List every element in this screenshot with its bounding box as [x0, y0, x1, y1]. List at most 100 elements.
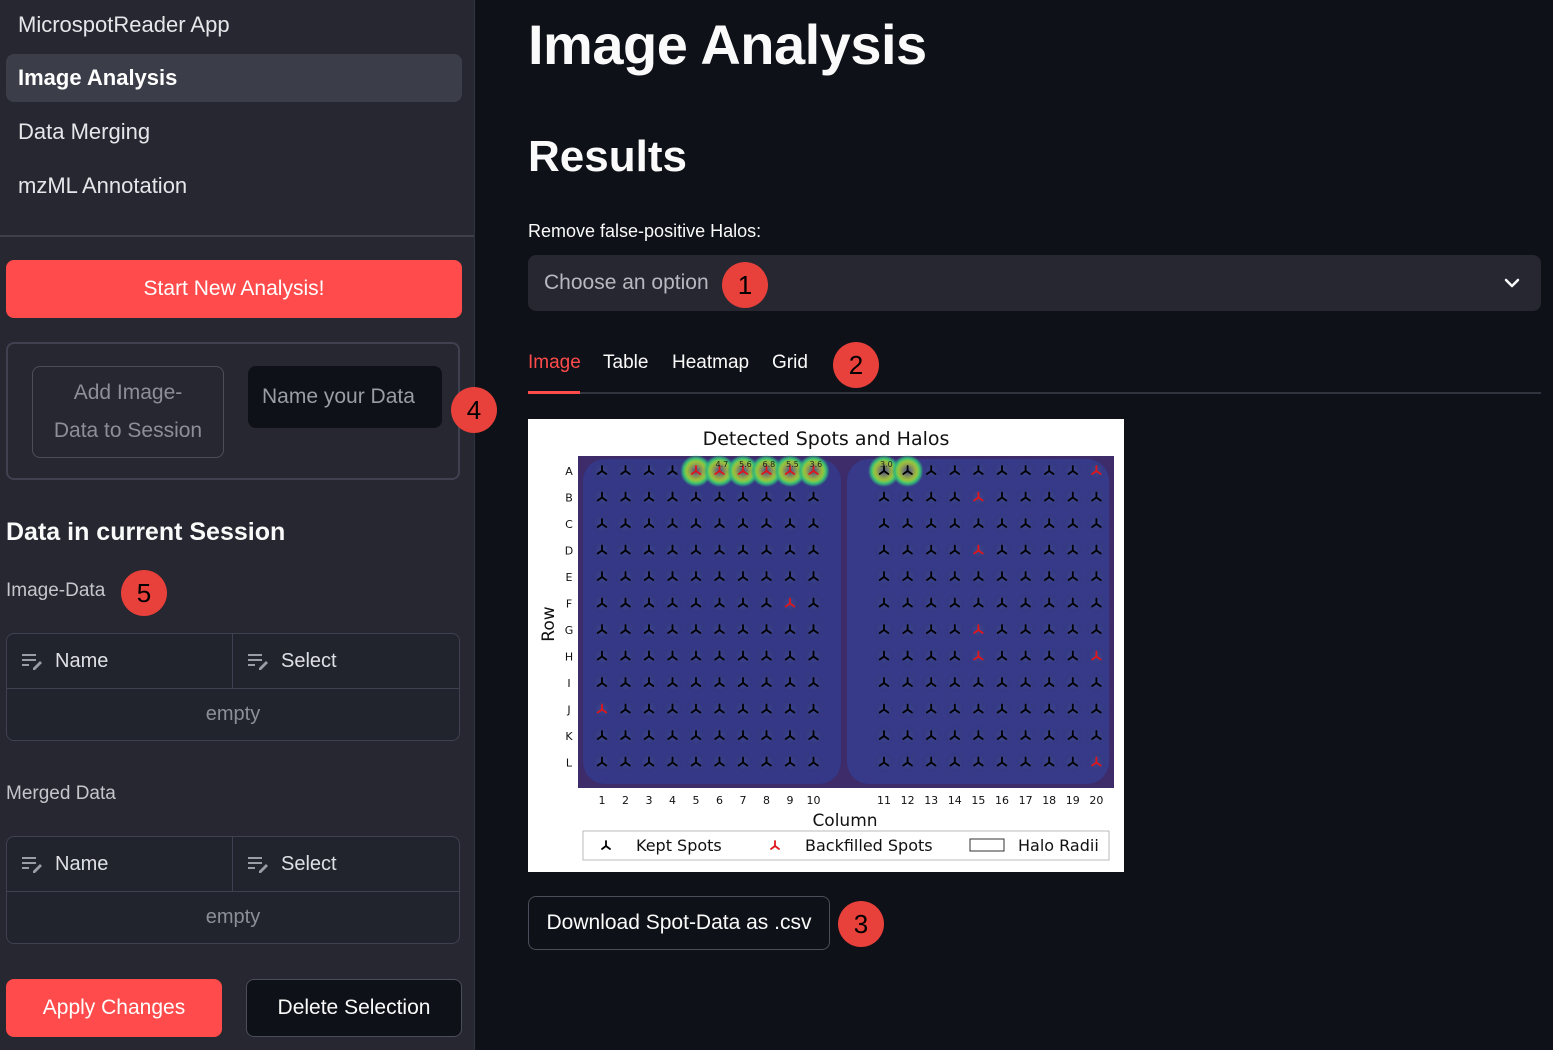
kept-spot-mark: [661, 672, 684, 694]
kept-spot-mark: [614, 751, 637, 774]
tab-bar-border: [528, 392, 1541, 394]
kept-spot-mark: [1061, 672, 1084, 694]
kept-spot-mark: [1061, 513, 1084, 535]
kept-spot-mark: [779, 725, 801, 747]
kept-spot-mark: [802, 619, 825, 641]
x-tick-label: 10: [807, 794, 821, 807]
kept-spot-mark: [708, 566, 731, 588]
kept-spot-mark: [685, 645, 707, 668]
kept-spot-mark: [873, 566, 895, 588]
add-image-data-button[interactable]: Add Image- Data to Session: [32, 366, 224, 458]
kept-spot-mark: [732, 698, 754, 721]
kept-spot-mark: [873, 672, 895, 694]
kept-spot-mark: [1061, 645, 1084, 668]
kept-spot-mark: [991, 619, 1013, 641]
y-tick-label: L: [566, 757, 573, 770]
kept-spot-mark: [1085, 486, 1108, 509]
kept-spot-mark: [1038, 751, 1061, 774]
merged-data-table[interactable]: Name Select empty: [6, 836, 460, 944]
start-new-analysis-button[interactable]: Start New Analysis!: [6, 260, 462, 318]
kept-spot-mark: [802, 539, 825, 562]
tab-table[interactable]: Table: [603, 352, 648, 374]
kept-spot-mark: [991, 539, 1013, 562]
kept-spot-mark: [685, 592, 707, 615]
tab-image[interactable]: Image: [528, 352, 581, 374]
kept-spot-mark: [991, 698, 1013, 721]
kept-spot-mark: [896, 460, 919, 482]
kept-spot-mark: [991, 751, 1013, 774]
kept-spot-mark: [732, 619, 754, 641]
kept-spot-mark: [708, 698, 731, 721]
kept-spot-mark: [896, 672, 919, 694]
column-header-name[interactable]: Name: [7, 634, 233, 688]
delete-selection-button[interactable]: Delete Selection: [246, 979, 462, 1037]
x-tick-label: 13: [924, 794, 938, 807]
kept-spot-mark: [967, 460, 990, 482]
session-heading: Data in current Session: [6, 518, 286, 546]
kept-spot-mark: [920, 513, 943, 535]
tab-grid[interactable]: Grid: [772, 352, 808, 374]
apply-changes-button[interactable]: Apply Changes: [6, 979, 222, 1037]
legend-label: Halo Radii: [1018, 836, 1099, 855]
kept-spot-mark: [802, 566, 825, 588]
kept-spot-mark: [708, 592, 731, 615]
kept-spot-mark: [896, 698, 919, 721]
kept-spot-mark: [1014, 672, 1037, 694]
halo-value-label: 5.5: [786, 460, 799, 469]
kept-spot-mark: [591, 460, 613, 482]
active-tab-indicator: [528, 391, 580, 394]
x-tick-label: 16: [995, 794, 1009, 807]
x-tick-label: 4: [669, 794, 676, 807]
kept-spot-mark: [614, 566, 637, 588]
y-tick-label: K: [565, 730, 573, 743]
kept-spot-mark: [920, 486, 943, 509]
column-header-select[interactable]: Select: [233, 634, 459, 688]
nav-mzml-annotation[interactable]: mzML Annotation: [6, 162, 462, 210]
kept-spot-mark: [920, 725, 943, 747]
kept-spot-mark: [591, 486, 613, 509]
kept-spot-mark: [661, 460, 684, 482]
name-data-input[interactable]: Name your Data: [248, 366, 442, 428]
kept-spot-mark: [1061, 751, 1084, 774]
backfilled-spot-mark: [1085, 460, 1108, 482]
kept-spot-mark: [802, 672, 825, 694]
kept-spot-mark: [802, 725, 825, 747]
kept-spot-mark: [661, 619, 684, 641]
y-tick-label: E: [566, 571, 573, 584]
kept-spot-mark: [755, 513, 778, 535]
backfilled-spot-mark: [967, 486, 990, 509]
download-csv-button[interactable]: Download Spot-Data as .csv: [528, 896, 830, 950]
x-tick-label: 14: [948, 794, 962, 807]
nav-data-merging[interactable]: Data Merging: [6, 108, 462, 156]
nav-microspotreader-app[interactable]: MicrospotReader App: [6, 1, 462, 49]
kept-spot-mark: [708, 539, 731, 562]
kept-spot-mark: [1014, 725, 1037, 747]
kept-spot-mark: [708, 725, 731, 747]
kept-spot-mark: [614, 619, 637, 641]
kept-spot-mark: [1061, 460, 1084, 482]
column-header-select[interactable]: Select: [233, 837, 459, 891]
table-empty-text: empty: [205, 703, 261, 725]
column-header-name[interactable]: Name: [7, 837, 233, 891]
kept-spot-mark: [967, 751, 990, 774]
halo-value-label: 4.7: [716, 460, 729, 469]
kept-spot-mark: [638, 513, 660, 535]
kept-spot-mark: [779, 619, 801, 641]
false-positive-select[interactable]: Choose an option: [528, 255, 1541, 311]
kept-spot-mark: [732, 539, 754, 562]
kept-spot-mark: [802, 592, 825, 615]
tab-heatmap[interactable]: Heatmap: [672, 352, 749, 374]
kept-spot-mark: [967, 725, 990, 747]
kept-spot-mark: [1038, 539, 1061, 562]
kept-spot-mark: [1014, 592, 1037, 615]
nav-image-analysis[interactable]: Image Analysis: [6, 54, 462, 102]
text-column-icon: [22, 654, 42, 670]
image-data-table[interactable]: Name Select empty: [6, 633, 460, 741]
kept-spot-mark: [661, 698, 684, 721]
text-column-icon: [248, 857, 268, 873]
kept-spot-mark: [708, 619, 731, 641]
kept-spot-mark: [1038, 592, 1061, 615]
kept-spot-mark: [1085, 566, 1108, 588]
kept-spot-mark: [755, 566, 778, 588]
kept-spot-mark: [1038, 672, 1061, 694]
